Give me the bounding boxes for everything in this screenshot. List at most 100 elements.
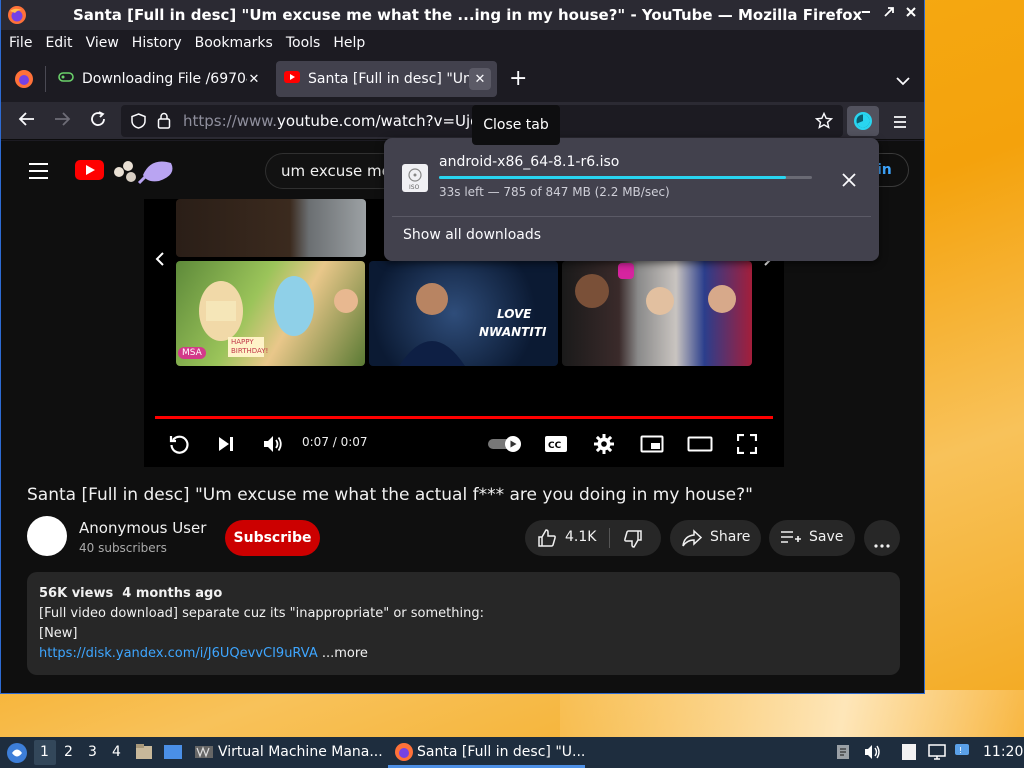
show-all-downloads-button[interactable]: Show all downloads (403, 227, 541, 243)
window-title: Santa [Full in desc] "Um excuse me what … (73, 6, 863, 24)
captions-icon[interactable]: CC (544, 435, 568, 457)
tab-label: Santa [Full in desc] "Um (308, 71, 473, 87)
like-count[interactable]: 4.1K (565, 529, 596, 545)
end-screen-thumbnail[interactable] (562, 261, 752, 366)
file-manager-icon[interactable] (135, 743, 153, 765)
bookmark-star-icon[interactable] (814, 111, 834, 134)
subscribe-button[interactable]: Subscribe (225, 520, 320, 556)
notes-tray-icon[interactable] (900, 743, 918, 765)
url-host: youtube.com (276, 112, 376, 130)
lock-icon[interactable] (157, 112, 171, 133)
task-firefox[interactable]: Santa [Full in desc] "U... (417, 744, 585, 760)
hamburger-menu-icon[interactable] (893, 113, 907, 132)
url-prefix: https://www. (183, 112, 277, 130)
panel-divider (392, 216, 871, 217)
volume-tray-icon[interactable] (864, 744, 882, 764)
firefox-view-icon[interactable] (14, 69, 34, 93)
menu-help[interactable]: Help (333, 35, 365, 51)
video-progress-bar[interactable] (155, 416, 773, 419)
fullscreen-icon[interactable] (736, 433, 758, 458)
end-screen-thumbnail[interactable] (176, 199, 366, 257)
video-description[interactable]: 56K views 4 months ago [Full video downl… (27, 572, 900, 675)
miniplayer-icon[interactable] (640, 435, 664, 457)
clock[interactable]: 11:20 (983, 744, 1023, 760)
cancel-download-icon[interactable] (842, 168, 856, 192)
virt-manager-icon (194, 744, 214, 764)
navigation-toolbar: https://www.youtube.com/watch?v=Ujq8I (1, 102, 924, 140)
view-count: 56K views (39, 586, 114, 601)
thumbs-up-icon[interactable] (537, 528, 557, 552)
url-text: https://www.youtube.com/watch?v=Ujq8I (183, 112, 494, 130)
thumbs-down-icon[interactable] (623, 529, 643, 553)
menu-bookmarks[interactable]: Bookmarks (195, 35, 273, 51)
youtube-logo[interactable] (75, 160, 104, 180)
reload-icon[interactable] (89, 110, 107, 133)
video-time: 0:07 / 0:07 (302, 435, 368, 449)
description-line: [Full video download] separate cuz its "… (39, 606, 484, 621)
workspace-2[interactable]: 2 (64, 744, 73, 760)
menu-edit[interactable]: Edit (45, 35, 72, 51)
menu-tools[interactable]: Tools (286, 35, 321, 51)
new-tab-button[interactable]: + (509, 66, 527, 91)
end-screen-thumbnail[interactable]: MSA HAPPY BIRTHDAY! (176, 261, 365, 366)
minimize-icon[interactable] (860, 6, 872, 22)
description-link-row: https://disk.yandex.com/i/J6UQevvCI9uRVA… (39, 646, 368, 661)
clipboard-tray-icon[interactable] (836, 744, 850, 764)
menu-history[interactable]: History (132, 35, 182, 51)
shield-icon[interactable] (131, 113, 146, 133)
more-horizontal-icon (874, 536, 890, 552)
subscriber-count: 40 subscribers (79, 541, 167, 555)
share-button[interactable]: Share (670, 520, 761, 556)
channel-avatar[interactable] (27, 516, 67, 556)
save-button[interactable]: Save (769, 520, 855, 556)
menu-file[interactable]: File (9, 35, 32, 51)
theater-mode-icon[interactable] (687, 436, 713, 456)
close-tab-icon[interactable]: ✕ (243, 68, 265, 90)
tab-youtube-video[interactable]: Santa [Full in desc] "Um ✕ (276, 61, 497, 97)
firefox-task-icon (394, 742, 414, 766)
description-link[interactable]: https://disk.yandex.com/i/J6UQevvCI9uRVA (39, 646, 318, 661)
close-window-icon[interactable] (905, 6, 917, 22)
firefox-icon (7, 5, 27, 29)
monitor-tray-icon[interactable] (928, 744, 946, 764)
show-desktop-icon[interactable] (163, 743, 183, 765)
tab-label: Downloading File /69704 (82, 71, 247, 87)
start-menu-icon[interactable] (6, 742, 28, 768)
taskbar: 1 2 3 4 Virtual Machine Mana... Santa [F… (0, 737, 1024, 768)
desktop-wallpaper (560, 690, 1024, 740)
downloads-button[interactable] (847, 106, 879, 136)
close-tab-icon[interactable]: ✕ (469, 68, 491, 90)
workspace-4[interactable]: 4 (112, 744, 121, 760)
channel-name[interactable]: Anonymous User (79, 519, 206, 537)
network-tray-icon[interactable]: ! (954, 743, 970, 763)
replay-icon[interactable] (168, 433, 190, 459)
tab-bar: Downloading File /69704 ✕ Santa [Full in… (1, 56, 924, 102)
download-filename[interactable]: android-x86_64-8.1-r6.iso (439, 154, 619, 170)
share-icon (682, 529, 703, 551)
back-icon[interactable] (18, 110, 36, 133)
maximize-icon[interactable] (883, 6, 895, 22)
youtube-menu-icon[interactable] (29, 163, 48, 184)
tab-downloading-file[interactable]: Downloading File /69704 ✕ (49, 61, 271, 97)
workspace-3[interactable]: 3 (88, 744, 97, 760)
save-label: Save (809, 529, 844, 545)
menu-view[interactable]: View (86, 35, 119, 51)
youtube-doodle-icon[interactable] (111, 155, 177, 189)
workspace-1[interactable]: 1 (40, 744, 49, 760)
chevron-left-icon[interactable] (154, 251, 166, 271)
more-actions-button[interactable] (864, 520, 900, 556)
end-screen-thumbnail[interactable]: LOVE NWANTITI (369, 261, 558, 366)
autoplay-toggle[interactable] (487, 436, 523, 456)
volume-icon[interactable] (262, 434, 284, 458)
show-more-button[interactable]: ...more (322, 646, 368, 661)
window-titlebar[interactable]: Santa [Full in desc] "Um excuse me what … (1, 0, 924, 30)
list-all-tabs-icon[interactable] (896, 71, 910, 90)
svg-text:ISO: ISO (409, 184, 420, 191)
task-virtual-machine-manager[interactable]: Virtual Machine Mana... (218, 744, 383, 760)
close-tab-tooltip: Close tab (472, 105, 560, 145)
menu-bar: File Edit View History Bookmarks Tools H… (1, 30, 924, 56)
forward-icon[interactable] (53, 110, 71, 133)
upload-age: 4 months ago (122, 586, 223, 601)
settings-gear-icon[interactable] (593, 433, 615, 459)
next-video-icon[interactable] (217, 435, 235, 457)
